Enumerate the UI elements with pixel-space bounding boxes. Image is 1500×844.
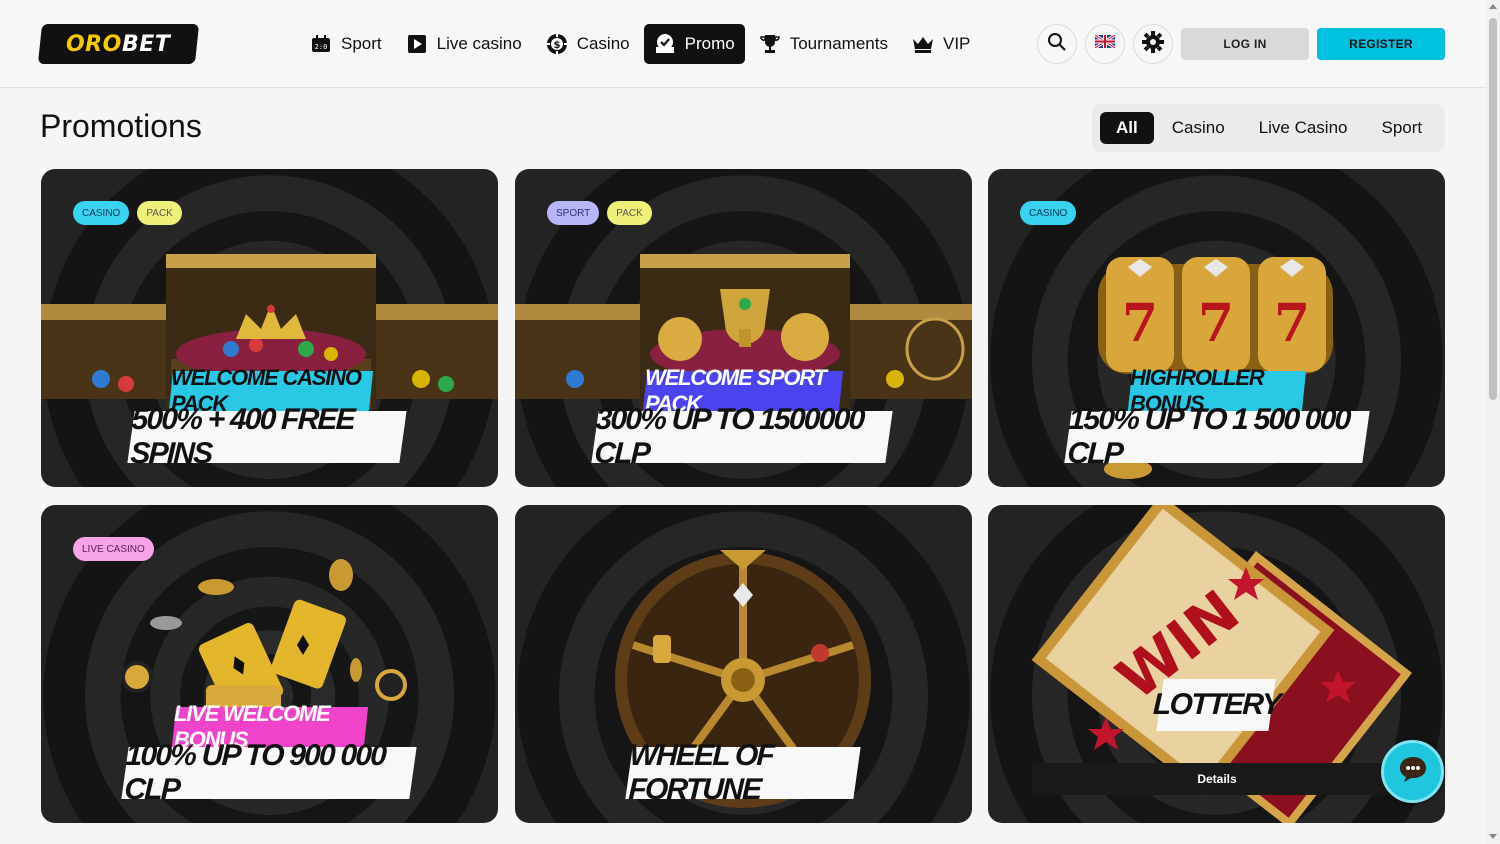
settings-button[interactable] [1133, 24, 1173, 64]
promo-card-wheel-of-fortune[interactable]: WHEEL OF FORTUNE [515, 505, 972, 823]
svg-text:7: 7 [1274, 293, 1310, 354]
promo-card-lottery[interactable]: WIN LOTTERY Details [988, 505, 1445, 823]
promo-card-welcome-casino-pack[interactable]: CASINO PACK WELCOME CASINO PACK 500% + 4… [41, 169, 498, 487]
promo-card-live-welcome-bonus[interactable]: LIVE CASINO LIVE WELCOME BONUS 100% UP T… [41, 505, 498, 823]
tag-live-casino: LIVE CASINO [73, 537, 154, 561]
promo-tags: SPORT PACK [547, 201, 660, 225]
scroll-down-arrow-icon[interactable] [1489, 834, 1497, 839]
search-button[interactable] [1037, 24, 1077, 64]
promo-tags: CASINO [1020, 201, 1084, 225]
page-scrollbar[interactable] [1486, 0, 1500, 844]
promo-tags: LIVE CASINO [73, 537, 162, 561]
scroll-up-arrow-icon[interactable] [1489, 4, 1497, 9]
promo-headline: 500% + 400 FREE SPINS [127, 403, 407, 470]
trophy-icon [759, 33, 781, 55]
svg-text:$: $ [553, 40, 560, 51]
nav-vip-label: VIP [942, 34, 971, 53]
play-icon [406, 33, 428, 55]
crown-icon [912, 33, 934, 55]
filter-all[interactable]: All [1100, 112, 1154, 144]
tag-pack: PACK [607, 201, 652, 225]
tag-casino: CASINO [73, 201, 130, 225]
tag-casino: CASINO [1020, 201, 1077, 225]
promo-headline: WHEEL OF FORTUNE [625, 739, 861, 806]
main-nav: 2:0 Sport Live casino $ Casino Promo Tou… [300, 24, 984, 64]
site-header: ORO BET 2:0 Sport Live casino $ Casino Pr… [0, 0, 1486, 88]
language-button[interactable] [1085, 24, 1125, 64]
gift-icon [654, 33, 676, 55]
nav-live-casino-label: Live casino [436, 34, 522, 53]
logo-part-oro: ORO [66, 31, 123, 57]
nav-casino-label: Casino [576, 34, 630, 53]
promo-headline: LOTTERY [1152, 679, 1280, 731]
nav-promo-label: Promo [684, 34, 735, 53]
nav-live-casino[interactable]: Live casino [396, 24, 532, 64]
promo-tags: CASINO PACK [73, 201, 190, 225]
nav-casino[interactable]: $ Casino [536, 24, 640, 64]
login-button[interactable]: LOG IN [1181, 28, 1309, 60]
filter-sport[interactable]: Sport [1365, 112, 1438, 144]
filter-casino[interactable]: Casino [1156, 112, 1241, 144]
gear-icon [1142, 30, 1164, 58]
svg-text:7: 7 [1198, 293, 1234, 354]
uk-flag-icon [1094, 33, 1116, 53]
promo-card-highroller-bonus[interactable]: 7 7 7 CASINO HIGHROLLER BONUS 150% UP TO… [988, 169, 1445, 487]
promo-headline: 300% UP TO 1500000 CLP [591, 403, 893, 470]
nav-vip[interactable]: VIP [902, 24, 980, 64]
filter-live-casino[interactable]: Live Casino [1243, 112, 1364, 144]
register-button[interactable]: REGISTER [1317, 28, 1445, 60]
svg-text:7: 7 [1122, 293, 1158, 354]
promo-headline: 150% UP TO 1 500 000 CLP [1064, 403, 1370, 470]
logo-part-bet: BET [122, 31, 171, 57]
nav-promo[interactable]: Promo [643, 24, 745, 64]
promo-headline: 100% UP TO 900 000 CLP [121, 739, 417, 806]
orobet-logo[interactable]: ORO BET [37, 24, 200, 64]
casino-chip-icon: $ [546, 33, 568, 55]
tag-pack: PACK [137, 201, 182, 225]
live-chat-button[interactable] [1381, 740, 1444, 803]
tag-sport: SPORT [547, 201, 600, 225]
page-title: Promotions [40, 108, 202, 144]
details-button[interactable]: Details [1032, 763, 1402, 795]
promo-filter-tabs: All Casino Live Casino Sport [1092, 104, 1445, 152]
chat-bubble-icon [1398, 755, 1428, 788]
nav-tournaments[interactable]: Tournaments [749, 24, 898, 64]
nav-tournaments-label: Tournaments [789, 34, 888, 53]
scoreboard-icon: 2:0 [310, 33, 332, 55]
nav-sport[interactable]: 2:0 Sport [300, 24, 392, 64]
search-icon [1047, 32, 1067, 57]
nav-sport-label: Sport [341, 34, 382, 53]
promo-card-welcome-sport-pack[interactable]: SPORT PACK WELCOME SPORT PACK 300% UP TO… [515, 169, 972, 487]
scroll-thumb[interactable] [1489, 18, 1497, 400]
svg-text:2:0: 2:0 [315, 43, 328, 51]
